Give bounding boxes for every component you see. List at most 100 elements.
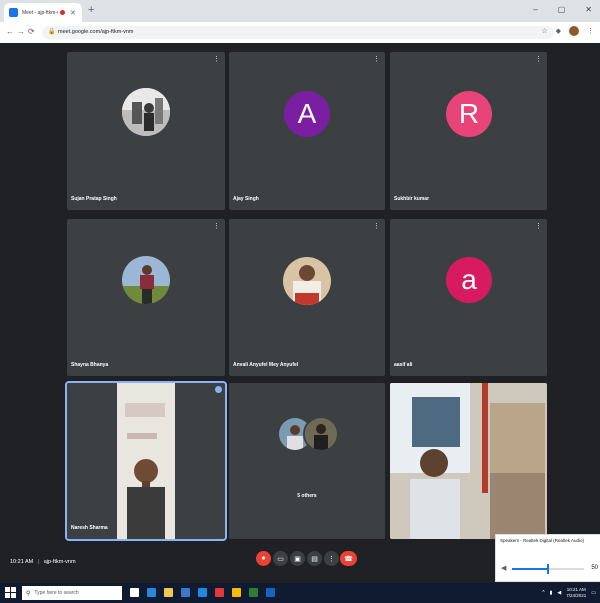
meet-stage: ⋮ Sujan Pratap Singh ⋮ A Ajay Singh ⋮ R …: [0, 43, 600, 583]
meeting-details[interactable]: 10:21 AM | ajp-ftkm-vnm: [10, 559, 76, 565]
app-icon[interactable]: [215, 588, 224, 597]
participant-tile[interactable]: ⋮ A Ajay Singh: [229, 52, 385, 210]
windows-start-icon[interactable]: [5, 587, 16, 598]
toolbar-actions: ☆ ◆ ⋮: [541, 26, 594, 36]
participant-photo: [283, 257, 331, 305]
meeting-time: 10:21 AM: [10, 559, 34, 565]
video-feed-image: [117, 383, 175, 539]
browser-tab[interactable]: Meet - ajp-ftkm-vnm ✕: [4, 3, 82, 22]
volume-slider-fill: [512, 568, 548, 570]
network-icon[interactable]: ▮: [550, 590, 553, 596]
recording-dot-icon: [60, 10, 65, 15]
participant-name: Anvali Anyufel Mey Anyufel: [233, 362, 299, 368]
volume-slider-thumb[interactable]: [547, 564, 549, 574]
tab-close-icon[interactable]: ✕: [70, 9, 76, 17]
browser-toolbar: ← → ⟳ 🔒 meet.google.com/ajp-ftkm-vnm ☆ ◆…: [0, 22, 600, 44]
more-options-icon[interactable]: ⋮: [535, 222, 542, 230]
participant-avatar: A: [284, 91, 330, 137]
minimize-button[interactable]: –: [533, 5, 537, 14]
portrait-photo-icon: [305, 418, 337, 450]
new-tab-button[interactable]: +: [88, 4, 94, 16]
avatar-letter: a: [461, 264, 477, 295]
search-placeholder: Type here to search: [34, 590, 79, 596]
others-count-label: 5 others: [297, 493, 317, 499]
system-clock[interactable]: 10:21 AM 7/24/2021: [566, 587, 586, 599]
more-options-icon[interactable]: ⋮: [213, 222, 220, 230]
participant-name: Shayna Bhanya: [71, 362, 109, 368]
window-controls: – ▢ ✕: [533, 5, 592, 14]
participant-tile[interactable]: ⋮ a aasif ali: [390, 219, 547, 376]
lock-icon: 🔒: [48, 29, 56, 35]
more-options-icon[interactable]: ⋮: [535, 55, 542, 63]
participant-name: Ajay Singh: [233, 196, 259, 202]
participant-photo: [303, 416, 339, 452]
hangup-icon: ☎: [344, 555, 353, 563]
windows-taskbar: ⚲ Type here to search ^ ▮ ◀ 10:21 AM 7/2…: [0, 583, 600, 603]
word-icon[interactable]: [266, 588, 275, 597]
video-feed-image: [390, 383, 547, 539]
edge-icon[interactable]: [147, 588, 156, 597]
reload-icon[interactable]: ⟳: [28, 27, 35, 36]
participant-avatar: a: [446, 257, 492, 303]
mic-off-icon: ●: [261, 555, 266, 562]
speaker-icon[interactable]: ◀: [501, 564, 506, 572]
others-group-tile[interactable]: 5 others: [229, 383, 385, 539]
participant-tile[interactable]: ⋮ Sujan Pratap Singh: [67, 52, 225, 210]
more-options-button[interactable]: ⋮: [324, 551, 339, 566]
avatar-letter: R: [458, 98, 480, 129]
tray-chevron-icon[interactable]: ^: [542, 590, 544, 596]
taskbar-apps: [130, 588, 275, 597]
notifications-icon[interactable]: ▭: [591, 590, 596, 596]
task-view-icon[interactable]: [130, 588, 139, 597]
extension-icon[interactable]: ◆: [556, 27, 561, 35]
more-vert-icon: ⋮: [328, 555, 335, 563]
participant-tile[interactable]: ⋮ R Sukhbir kumar: [390, 52, 547, 210]
profile-avatar[interactable]: [569, 26, 579, 36]
mic-toggle-button[interactable]: ●: [256, 551, 271, 566]
captions-button[interactable]: ▣: [290, 551, 305, 566]
browser-menu-icon[interactable]: ⋮: [587, 27, 594, 35]
more-options-icon[interactable]: ⋮: [373, 222, 380, 230]
meet-favicon-icon: [9, 8, 18, 17]
present-icon: ▤: [311, 555, 318, 563]
captions-icon: ▣: [294, 555, 301, 563]
browser-tabbar: Meet - ajp-ftkm-vnm ✕ + – ▢ ✕: [0, 0, 600, 22]
self-video-tile[interactable]: Naresh Sharma: [65, 381, 227, 541]
volume-slider[interactable]: [512, 564, 584, 574]
participant-tile[interactable]: ⋮ Shayna Bhanya: [67, 219, 225, 376]
end-call-button[interactable]: ☎: [340, 551, 357, 566]
close-window-button[interactable]: ✕: [585, 5, 592, 14]
participant-name: Sukhbir kumar: [394, 196, 430, 202]
speaker-volume-popup: Speakers - Realtek Digital (Realtek Audi…: [495, 534, 600, 582]
url-text: meet.google.com/ajp-ftkm-vnm: [58, 29, 134, 35]
chrome-icon[interactable]: [232, 588, 241, 597]
participant-photo: [122, 256, 170, 304]
forward-arrow-icon[interactable]: →: [17, 27, 25, 36]
maximize-button[interactable]: ▢: [558, 5, 566, 14]
bookmark-star-icon[interactable]: ☆: [541, 27, 547, 35]
system-tray: ^ ▮ ◀ 10:21 AM 7/24/2021 ▭: [542, 587, 596, 599]
back-arrow-icon[interactable]: ←: [6, 27, 14, 36]
volume-tray-icon[interactable]: ◀: [557, 590, 561, 596]
participant-avatar: R: [446, 91, 492, 137]
excel-icon[interactable]: [249, 588, 258, 597]
portrait-photo-icon: [122, 88, 170, 136]
more-options-icon[interactable]: ⋮: [213, 55, 220, 63]
more-options-icon[interactable]: ⋮: [373, 55, 380, 63]
taskbar-search-box[interactable]: ⚲ Type here to search: [22, 586, 122, 600]
participant-name: Sujan Pratap Singh: [71, 196, 117, 202]
file-explorer-icon[interactable]: [164, 588, 173, 597]
speaker-device-label: Speakers - Realtek Digital (Realtek Audi…: [500, 538, 585, 543]
mail-icon[interactable]: [198, 588, 207, 597]
participant-name: aasif ali: [394, 362, 413, 368]
address-bar[interactable]: 🔒 meet.google.com/ajp-ftkm-vnm: [42, 26, 554, 39]
active-speaker-indicator-icon: [215, 386, 222, 393]
clock-date: 7/24/2021: [566, 593, 587, 598]
store-icon[interactable]: [181, 588, 190, 597]
camera-toggle-button[interactable]: ▭: [273, 551, 288, 566]
present-button[interactable]: ▤: [307, 551, 322, 566]
participant-tile[interactable]: ⋮ Anvali Anyufel Mey Anyufel: [229, 219, 385, 376]
participant-video-tile[interactable]: ⋮: [390, 383, 547, 539]
participant-photo: [122, 88, 170, 136]
meeting-separator: |: [37, 559, 40, 565]
